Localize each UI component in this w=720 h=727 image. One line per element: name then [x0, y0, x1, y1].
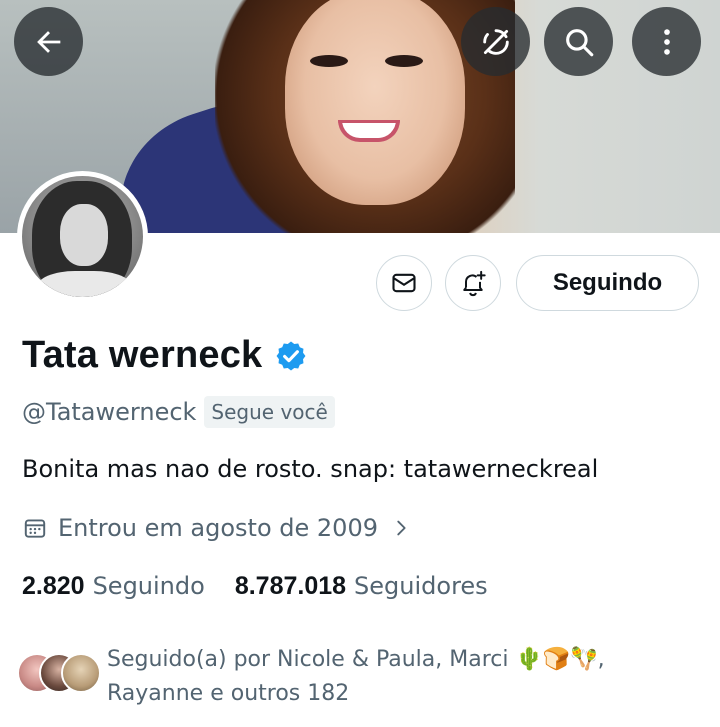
profile-handle: @Tatawerneck: [22, 398, 197, 426]
banner-eye-left: [310, 55, 348, 67]
search-button[interactable]: [544, 7, 613, 76]
chevron-right-icon: [397, 520, 406, 536]
joined-date-row[interactable]: Entrou em agosto de 2009: [22, 514, 412, 542]
avatar-image: [22, 176, 143, 297]
follow-stats: 2.820 Seguindo 8.787.018 Seguidores: [22, 572, 488, 601]
follows-you-badge: Segue você: [204, 396, 335, 428]
arrow-left-icon: [36, 30, 60, 53]
no-sync-icon: [482, 28, 509, 55]
more-button[interactable]: [632, 7, 701, 76]
following-count: 2.820: [22, 572, 85, 600]
following-stat[interactable]: 2.820 Seguindo: [22, 572, 205, 601]
following-button[interactable]: Seguindo: [516, 255, 699, 311]
handle-row: @Tatawerneck Segue você: [22, 396, 335, 428]
more-vertical-icon: [663, 28, 670, 55]
profile-bio: Bonita mas nao de rosto. snap: tatawerne…: [22, 455, 599, 483]
follower-avatar: [61, 653, 101, 693]
followed-by-text: Seguido(a) por Nicole & Paula, Marci 🌵🍞🪇…: [107, 643, 667, 711]
followed-by-avatars: [17, 653, 101, 697]
joined-date: Entrou em agosto de 2009: [58, 514, 378, 542]
verified-badge-icon[interactable]: [274, 339, 308, 373]
sync-toggle-button[interactable]: [461, 7, 530, 76]
back-button[interactable]: [14, 7, 83, 76]
banner-face: [285, 0, 465, 205]
message-button[interactable]: [376, 255, 432, 311]
bell-plus-icon: [463, 270, 486, 297]
calendar-icon: [24, 519, 46, 538]
profile-name: Tata werneck: [22, 334, 263, 376]
avatar-shirt: [37, 271, 132, 297]
profile-avatar[interactable]: [17, 171, 148, 302]
avatar-face: [60, 204, 108, 266]
followed-by-row[interactable]: Seguido(a) por Nicole & Paula, Marci 🌵🍞🪇…: [17, 643, 667, 711]
followers-count: 8.787.018: [234, 572, 347, 600]
search-icon: [565, 28, 593, 56]
profile-name-row: Tata werneck: [22, 334, 308, 377]
banner-eye-right: [385, 55, 423, 67]
envelope-icon: [392, 273, 416, 293]
followed-by-line-2: Rayanne e outros 182: [107, 681, 350, 706]
followers-stat[interactable]: 8.787.018 Seguidores: [235, 572, 488, 601]
following-label: Seguindo: [92, 572, 205, 600]
followers-label: Seguidores: [354, 572, 488, 600]
followed-by-line-1: Seguido(a) por Nicole & Paula, Marci 🌵🍞🪇…: [107, 647, 605, 672]
notifications-button[interactable]: [445, 255, 501, 311]
